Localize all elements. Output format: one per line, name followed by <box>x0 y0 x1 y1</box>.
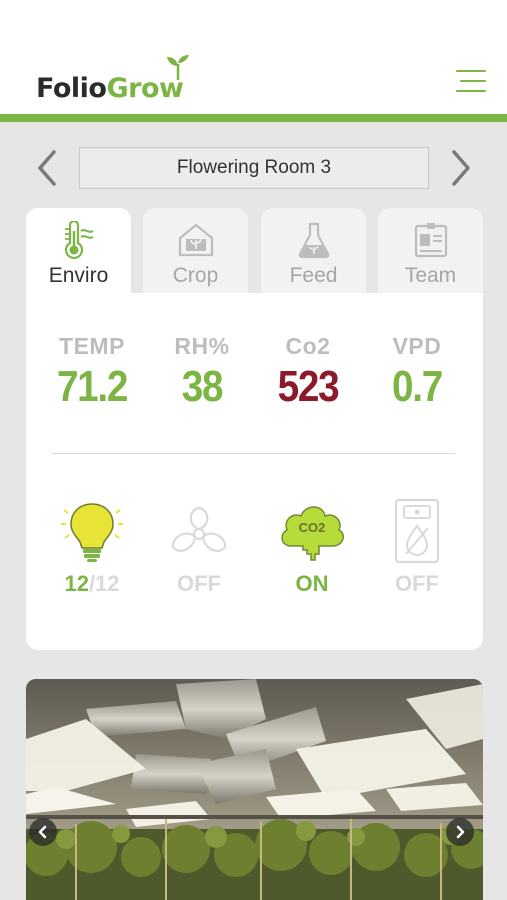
co2-icon-text: CO2 <box>299 520 326 535</box>
tab-crop[interactable]: Crop <box>143 208 248 294</box>
hamburger-menu-button[interactable] <box>456 70 486 98</box>
metric-label: RH% <box>174 333 230 359</box>
device-dehumidifier[interactable]: OFF <box>372 497 462 597</box>
thermometer-icon <box>59 220 99 260</box>
room-tabs: Enviro Crop Feed Team <box>26 208 483 298</box>
room-name-field[interactable]: Flowering Room 3 <box>79 147 429 189</box>
device-status: OFF <box>177 571 221 596</box>
device-status: OFF <box>395 571 439 596</box>
next-room-button[interactable] <box>446 148 476 188</box>
section-divider <box>52 453 455 454</box>
metric-temp: TEMP 71.2 <box>37 333 147 412</box>
sprout-icon <box>167 55 189 80</box>
device-fan[interactable]: OFF <box>154 497 244 597</box>
tab-label: Crop <box>172 264 219 287</box>
greenhouse-icon <box>177 220 215 260</box>
metric-value: 0.7 <box>392 362 443 411</box>
menu-line <box>456 90 486 92</box>
co2-cloud-icon: CO2 <box>267 497 357 565</box>
prev-room-button[interactable] <box>32 148 62 188</box>
photo-next-button[interactable] <box>446 818 474 846</box>
chevron-right-icon <box>456 825 465 839</box>
metric-vpd: VPD 0.7 <box>362 333 472 412</box>
grow-room-image <box>26 679 483 900</box>
metric-rh: RH% 38 <box>147 333 257 412</box>
tab-team[interactable]: Team <box>378 208 483 294</box>
photo-prev-button[interactable] <box>29 818 57 846</box>
device-status: ON <box>295 571 329 596</box>
tab-label: Feed <box>289 264 338 287</box>
room-name: Flowering Room 3 <box>176 157 332 178</box>
tab-feed[interactable]: Feed <box>261 208 366 294</box>
metric-value: 71.2 <box>56 362 128 411</box>
device-status: 12/12 <box>64 571 120 596</box>
metric-label: TEMP <box>59 333 125 359</box>
menu-line <box>456 70 486 72</box>
chevron-right-icon <box>452 150 470 186</box>
header-accent-bar <box>0 114 507 122</box>
tab-enviro[interactable]: Enviro <box>26 208 131 298</box>
tab-label: Enviro <box>48 264 109 287</box>
app-header: FolioGrow <box>0 0 507 114</box>
device-co2[interactable]: CO2 ON <box>267 497 357 597</box>
tab-label: Team <box>404 264 457 287</box>
room-selector: Flowering Room 3 <box>0 140 507 196</box>
fan-icon <box>154 497 244 565</box>
logo-text: FolioGrow <box>36 73 184 104</box>
grow-room-photo <box>26 679 483 900</box>
chevron-left-icon <box>38 825 47 839</box>
enviro-panel: TEMP 71.2 RH% 38 Co2 523 VPD 0.7 12/12 O… <box>26 293 483 650</box>
metric-label: VPD <box>392 333 442 359</box>
dehumidifier-icon <box>372 497 462 565</box>
device-lights[interactable]: 12/12 <box>47 497 137 597</box>
lightbulb-icon <box>47 497 137 565</box>
foliogrow-logo[interactable]: FolioGrow <box>36 55 189 104</box>
metric-label: Co2 <box>285 333 331 359</box>
metric-value: 523 <box>277 362 340 411</box>
metric-co2: Co2 523 <box>253 333 363 412</box>
flask-icon <box>296 220 332 260</box>
id-card-icon <box>413 220 449 260</box>
metric-value: 38 <box>181 362 224 411</box>
menu-line <box>460 80 486 82</box>
chevron-left-icon <box>38 150 56 186</box>
